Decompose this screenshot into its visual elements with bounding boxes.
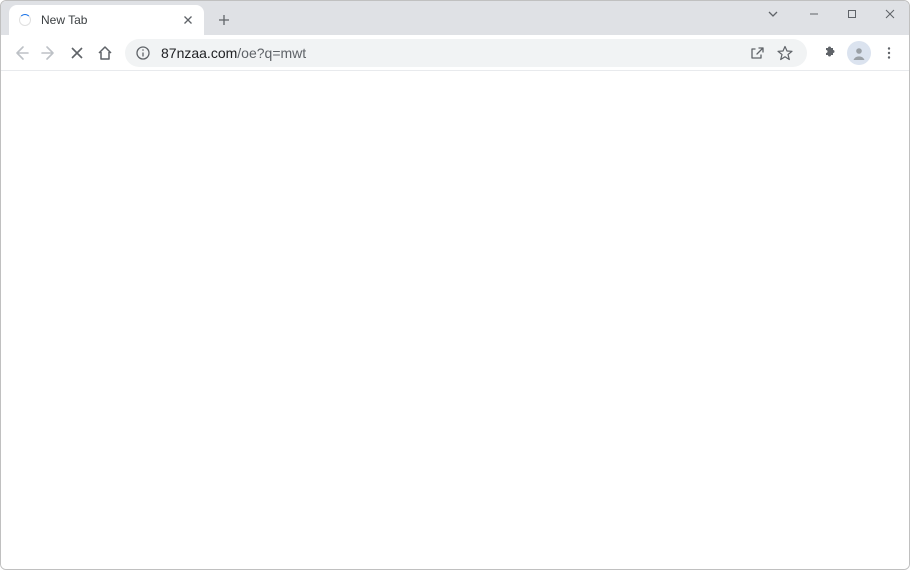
bookmark-button[interactable] (773, 41, 797, 65)
minimize-button[interactable] (795, 1, 833, 27)
page-content (1, 71, 909, 569)
menu-button[interactable] (875, 39, 903, 67)
site-info-button[interactable] (135, 45, 151, 61)
arrow-left-icon (13, 45, 29, 61)
home-button[interactable] (91, 39, 119, 67)
star-icon (777, 45, 793, 61)
close-icon (885, 9, 895, 19)
maximize-button[interactable] (833, 1, 871, 27)
close-icon (71, 47, 83, 59)
url-path: /oe?q=mwt (237, 45, 306, 61)
info-icon (136, 46, 150, 60)
dots-vertical-icon (882, 46, 896, 60)
address-bar[interactable]: 87nzaa.com/oe?q=mwt (125, 39, 807, 67)
share-icon (749, 45, 765, 61)
url-domain: 87nzaa.com (161, 45, 237, 61)
profile-button[interactable] (845, 39, 873, 67)
tab-active[interactable]: New Tab (9, 5, 204, 35)
toolbar: 87nzaa.com/oe?q=mwt (1, 35, 909, 71)
stop-button[interactable] (63, 39, 91, 67)
home-icon (97, 45, 113, 61)
extensions-button[interactable] (815, 39, 843, 67)
chevron-down-icon (767, 8, 779, 20)
tab-search-button[interactable] (757, 1, 789, 27)
close-icon (184, 16, 192, 24)
puzzle-icon (821, 45, 837, 61)
url-display[interactable]: 87nzaa.com/oe?q=mwt (161, 45, 741, 61)
loading-spinner-icon (17, 12, 33, 28)
browser-window: New Tab (0, 0, 910, 570)
tab-close-button[interactable] (180, 12, 196, 28)
tab-title: New Tab (41, 13, 180, 27)
minimize-icon (809, 9, 819, 19)
window-controls (757, 1, 909, 27)
avatar-icon (847, 41, 871, 65)
forward-button[interactable] (35, 39, 63, 67)
window-close-button[interactable] (871, 1, 909, 27)
share-button[interactable] (745, 41, 769, 65)
toolbar-actions (813, 39, 903, 67)
titlebar: New Tab (1, 1, 909, 35)
back-button[interactable] (7, 39, 35, 67)
maximize-icon (847, 9, 857, 19)
new-tab-button[interactable] (210, 6, 238, 34)
arrow-right-icon (41, 45, 57, 61)
tab-strip: New Tab (1, 1, 238, 35)
plus-icon (218, 14, 230, 26)
